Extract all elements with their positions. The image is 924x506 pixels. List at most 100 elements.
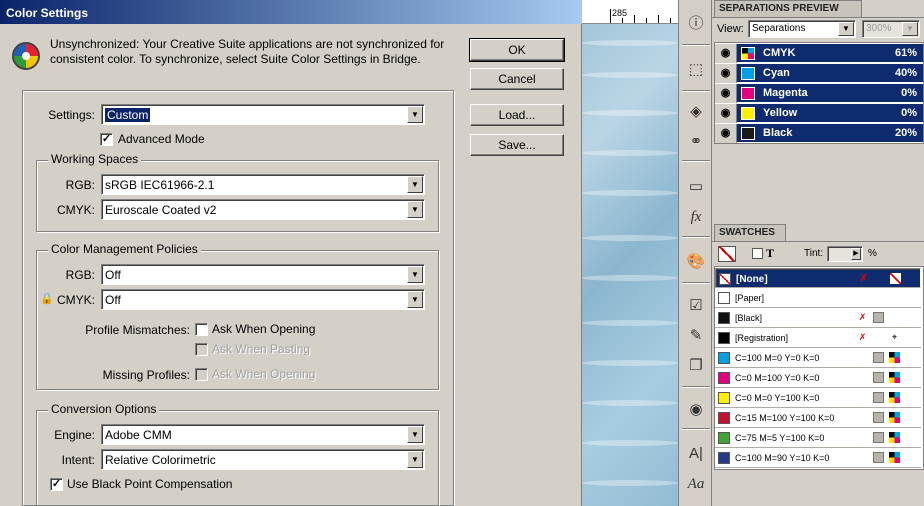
ask-pasting-checkbox[interactable] — [195, 343, 208, 356]
document-canvas[interactable] — [582, 0, 678, 506]
swatch-name: [None] — [736, 274, 768, 285]
unsync-message: Unsynchronized: Your Creative Suite appl… — [50, 37, 445, 66]
ask-opening-checkbox[interactable] — [195, 323, 208, 336]
separation-name: CMYK — [763, 47, 796, 59]
chevron-down-icon: ▼ — [407, 176, 423, 193]
policy-rgb-select[interactable]: Off ▼ — [101, 264, 425, 285]
separation-name: Yellow — [763, 107, 798, 119]
no-edit-icon: ✗ — [858, 312, 867, 322]
missing-ask-opening-checkbox[interactable] — [195, 368, 208, 381]
policy-rgb-label: RGB: — [65, 268, 95, 282]
separation-row-black[interactable]: ◉ Black 20% — [715, 124, 923, 143]
save-button[interactable]: Save... — [470, 134, 564, 156]
separation-row-cyan[interactable]: ◉ Cyan 40% — [715, 64, 923, 83]
edit-icon[interactable]: ✎ — [683, 324, 709, 348]
swatches-tab[interactable]: SWATCHES — [714, 224, 786, 241]
eye-icon[interactable]: ◉ — [715, 104, 737, 123]
swatch-name: C=100 M=0 Y=0 K=0 — [735, 353, 820, 363]
paper-chip — [718, 292, 730, 304]
missing-ask-opening-label: Ask When Opening — [212, 367, 316, 381]
process-icon — [873, 312, 884, 323]
ws-cmyk-value: Euroscale Coated v2 — [105, 203, 217, 217]
cmyk-icon — [889, 432, 900, 443]
transform-icon[interactable]: ⬚ — [683, 58, 709, 82]
eye-icon[interactable]: ◉ — [715, 124, 737, 143]
black-chip — [718, 312, 730, 324]
color-settings-dialog: Color Settings Unsynchronized: Your Crea… — [0, 0, 582, 506]
view-value: Separations — [752, 23, 806, 34]
cmyk-chip — [741, 47, 755, 60]
glyphs-icon[interactable]: Aa — [683, 472, 709, 496]
swatch-row-registration[interactable]: [Registration] ✗ ⌖ — [715, 328, 921, 348]
cmyk-icon — [889, 372, 900, 383]
process-icon — [873, 392, 884, 403]
eye-icon[interactable]: ◉ — [715, 84, 737, 103]
links-icon[interactable]: ⚭ — [683, 130, 709, 154]
swatch-row-black[interactable]: [Black] ✗ — [715, 308, 921, 328]
separation-row-magenta[interactable]: ◉ Magenta 0% — [715, 84, 923, 103]
swatch-row-none[interactable]: [None] ✗ — [715, 268, 921, 288]
ws-cmyk-select[interactable]: Euroscale Coated v2 ▼ — [101, 199, 425, 220]
pages-icon[interactable]: ❐ — [683, 354, 709, 378]
view-select[interactable]: Separations ▼ — [748, 20, 856, 38]
cmyk-icon — [889, 452, 900, 463]
character-icon[interactable]: A| — [683, 442, 709, 466]
separation-pct: 20% — [894, 127, 917, 139]
separations-tab[interactable]: SEPARATIONS PREVIEW — [714, 0, 862, 17]
separation-name: Magenta — [763, 87, 808, 99]
no-edit-icon: ✗ — [859, 273, 868, 283]
missing-profiles-label: Missing Profiles: — [102, 368, 190, 382]
separation-pct: 40% — [894, 67, 917, 79]
swatch-row-cyan[interactable]: C=100 M=0 Y=0 K=0 — [715, 348, 921, 368]
policy-cmyk-select[interactable]: Off ▼ — [101, 289, 425, 310]
eye-icon[interactable]: ◉ — [715, 44, 737, 63]
chevron-down-icon: ▼ — [407, 201, 423, 218]
cancel-button[interactable]: Cancel — [470, 68, 564, 90]
camera-icon[interactable]: ◉ — [683, 398, 709, 422]
tint-input[interactable]: ▶ — [827, 246, 863, 262]
policies-title: Color Management Policies — [48, 242, 201, 256]
swatch-name: C=15 M=100 Y=100 K=0 — [735, 413, 835, 423]
settings-value: Custom — [105, 108, 151, 122]
engine-select[interactable]: Adobe CMM ▼ — [101, 424, 425, 445]
effects-icon[interactable]: fx — [683, 205, 709, 229]
swatch-row-blue[interactable]: C=100 M=90 Y=10 K=0 — [715, 448, 921, 468]
swatch-row-paper[interactable]: [Paper] — [715, 288, 921, 308]
text-format-icon[interactable]: T — [766, 246, 774, 261]
swatches-panel: SWATCHES T Tint: ▶ % [None] ✗ [Paper] [B… — [712, 224, 924, 506]
swatch-name: [Paper] — [735, 293, 765, 303]
stroke-icon[interactable]: ▭ — [683, 175, 709, 199]
separation-row-cmyk[interactable]: ◉ CMYK 61% — [715, 44, 923, 63]
swatch-row-green[interactable]: C=75 M=5 Y=100 K=0 — [715, 428, 921, 448]
separation-row-yellow[interactable]: ◉ Yellow 0% — [715, 104, 923, 123]
eye-icon[interactable]: ◉ — [715, 64, 737, 83]
yellow-chip — [741, 107, 755, 120]
intent-select[interactable]: Relative Colorimetric ▼ — [101, 449, 425, 470]
swatch-row-red[interactable]: C=15 M=100 Y=100 K=0 — [715, 408, 921, 428]
swatch-row-magenta[interactable]: C=0 M=100 Y=0 K=0 — [715, 368, 921, 388]
separation-name: Cyan — [763, 67, 790, 79]
advanced-mode-checkbox[interactable]: ✓ — [100, 133, 113, 146]
cmyk-icon — [889, 392, 900, 403]
settings-select[interactable]: Custom ▼ — [101, 104, 425, 125]
horizontal-ruler: 285 — [582, 0, 678, 24]
chevron-down-icon: ▼ — [407, 451, 423, 468]
layers-icon[interactable]: ◈ — [683, 100, 709, 124]
zoom-select[interactable]: 300% ▼ — [862, 20, 920, 38]
preflight-icon[interactable]: ☑ — [683, 294, 709, 318]
chevron-down-icon: ▼ — [407, 426, 423, 443]
info-icon[interactable]: ⓘ — [683, 12, 709, 36]
fill-stroke-icon[interactable] — [718, 246, 736, 262]
panel-icon-strip: ⓘ ⬚ ◈ ⚭ ▭ fx 🎨 ☑ ✎ ❐ ◉ A| Aa — [678, 0, 712, 506]
load-button[interactable]: Load... — [470, 104, 564, 126]
separation-pct: 0% — [901, 87, 917, 99]
ws-rgb-select[interactable]: sRGB IEC61966-2.1 ▼ — [101, 174, 425, 195]
black-point-checkbox[interactable]: ✓ — [50, 478, 63, 491]
swatches-icon[interactable]: 🎨 — [683, 250, 709, 274]
process-icon — [873, 372, 884, 383]
ok-button[interactable]: OK — [469, 38, 565, 62]
ruler-mark: 285 — [612, 8, 628, 18]
chevron-right-icon: ▶ — [851, 248, 861, 260]
container-icon[interactable] — [752, 248, 763, 259]
swatch-row-yellow[interactable]: C=0 M=0 Y=100 K=0 — [715, 388, 921, 408]
